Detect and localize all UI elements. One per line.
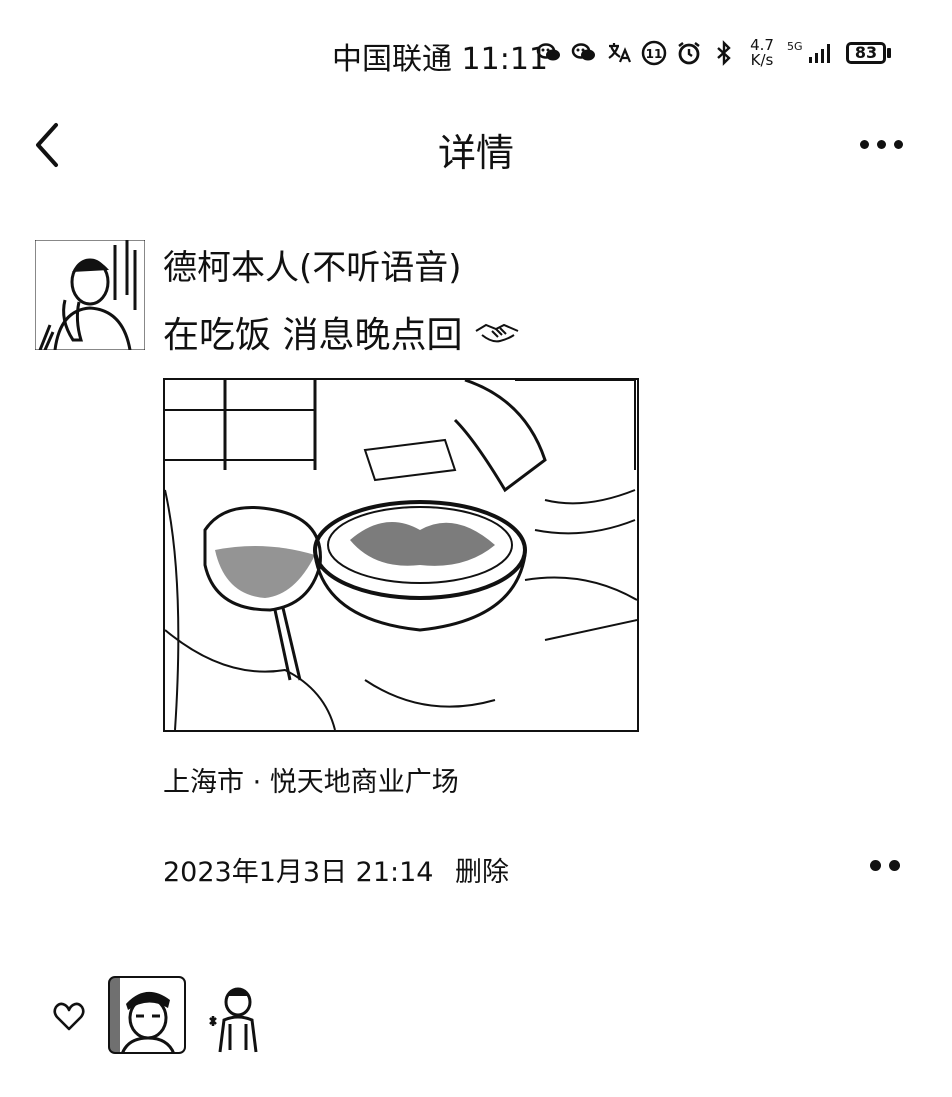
avatar-liker-2 (209, 987, 258, 1053)
alarm-icon (678, 42, 700, 65)
page-title: 详情 (437, 131, 514, 175)
network-speed: 4.7 K/s (746, 38, 778, 68)
net-speed-unit: K/s (750, 51, 774, 69)
carrier-and-time: 中国联通 11:11 (332, 34, 548, 78)
signal-icon (808, 44, 830, 63)
dot-icon (870, 859, 881, 871)
battery-level: 83 (854, 43, 878, 62)
delete-button[interactable]: 删除 (455, 850, 509, 889)
status-bar: 中国联通 11:11 11 4.7 K/s 5G 83 (0, 28, 952, 80)
wechat-icon (571, 43, 595, 61)
comment-like-toggle-button[interactable] (870, 856, 904, 874)
translate-icon (608, 43, 632, 63)
carrier-label: 中国联通 (332, 42, 452, 77)
liker-avatar[interactable] (206, 984, 266, 1054)
bluetooth-icon (717, 40, 731, 66)
post-timestamp: 2023年1月3日 21:14 (163, 857, 434, 888)
more-icon (860, 139, 903, 149)
more-button[interactable] (860, 132, 910, 156)
battery-tip (887, 48, 891, 58)
username[interactable]: 德柯本人(不听语音) (163, 240, 462, 289)
chevron-left-icon (36, 123, 58, 167)
network-type: 5G (787, 40, 803, 53)
signal-group: 5G (787, 41, 835, 65)
liker-avatar[interactable] (108, 976, 186, 1054)
dot-icon (889, 859, 900, 871)
wechat-icon (536, 43, 560, 61)
notification-icon: 11 (641, 40, 667, 66)
svg-text:11: 11 (646, 47, 663, 61)
post-photo[interactable] (163, 378, 639, 732)
food-photo (165, 380, 637, 730)
status-icons: 11 4.7 K/s 5G (536, 38, 835, 68)
handshake-emoji (475, 323, 519, 343)
post-text-row: 在吃饭 消息晚点回 (163, 306, 520, 358)
battery-icon: 83 (846, 42, 886, 64)
avatar-image (35, 240, 145, 350)
post-text: 在吃饭 消息晚点回 (163, 315, 463, 356)
avatar[interactable] (35, 240, 145, 350)
back-button[interactable] (28, 120, 68, 170)
location-link[interactable]: 上海市 · 悦天地商业广场 (163, 760, 459, 799)
avatar-liker-1 (108, 976, 186, 1054)
heart-icon (52, 1000, 86, 1034)
